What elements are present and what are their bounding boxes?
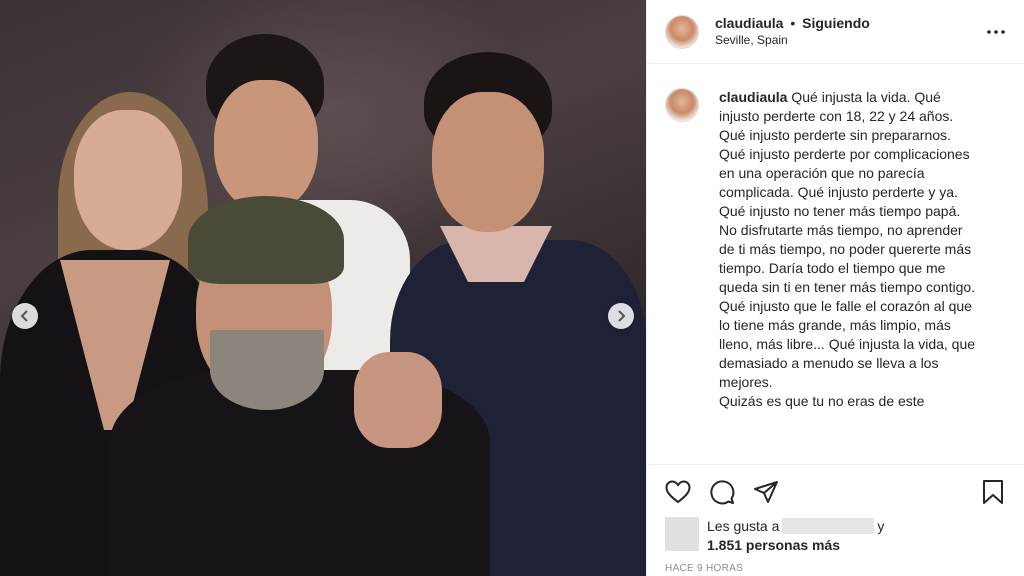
separator-dot: •: [790, 14, 796, 31]
likes-text: Les gusta a y 1.851 personas más: [707, 517, 884, 555]
author-username[interactable]: claudiaula: [715, 15, 783, 31]
comment-button[interactable]: [707, 477, 737, 507]
header-text: claudiaula • Siguiendo Seville, Spain: [715, 15, 870, 49]
caption-text-block: claudiaula Qué injusta la vida. Qué inju…: [719, 88, 981, 464]
heart-icon: [665, 480, 691, 504]
follow-status-button[interactable]: Siguiendo: [802, 15, 870, 31]
post-photo[interactable]: [0, 0, 646, 576]
liker-avatar[interactable]: [665, 517, 699, 551]
likes-count-link[interactable]: 1.851 personas más: [707, 537, 840, 553]
likes-suffix: y: [877, 518, 885, 534]
post-timestamp[interactable]: HACE 9 HORAS: [665, 563, 1008, 574]
like-button[interactable]: [663, 477, 693, 507]
instagram-post: claudiaula • Siguiendo Seville, Spain cl…: [0, 0, 1024, 576]
next-photo-button[interactable]: [608, 303, 634, 329]
action-icons: [663, 475, 1008, 509]
more-options-button[interactable]: [984, 22, 1008, 42]
post-sidebar: claudiaula • Siguiendo Seville, Spain cl…: [646, 0, 1024, 576]
previous-photo-button[interactable]: [12, 303, 38, 329]
comment-icon: [710, 480, 735, 505]
chevron-right-icon: [618, 310, 626, 322]
location-link[interactable]: Seville, Spain: [715, 32, 870, 49]
share-button[interactable]: [751, 477, 781, 507]
share-icon: [754, 481, 778, 503]
header-line: claudiaula • Siguiendo: [715, 15, 870, 32]
caption-avatar[interactable]: [665, 88, 699, 122]
more-horizontal-icon: [987, 30, 1005, 34]
likes-summary: Les gusta a y 1.851 personas más: [663, 517, 1008, 555]
save-button[interactable]: [978, 477, 1008, 507]
likes-prefix: Les gusta a: [707, 518, 780, 534]
post-header: claudiaula • Siguiendo Seville, Spain: [647, 0, 1024, 64]
bookmark-icon: [983, 480, 1003, 504]
caption-username[interactable]: claudiaula: [719, 89, 787, 105]
redacted-username: [782, 518, 875, 534]
action-bar: Les gusta a y 1.851 personas más HACE 9 H…: [647, 464, 1024, 576]
caption-area: claudiaula Qué injusta la vida. Qué inju…: [647, 64, 1024, 464]
avatar[interactable]: [665, 14, 699, 49]
caption-text: Qué injusta la vida. Qué injusto perdert…: [719, 89, 976, 409]
chevron-left-icon: [20, 310, 28, 322]
